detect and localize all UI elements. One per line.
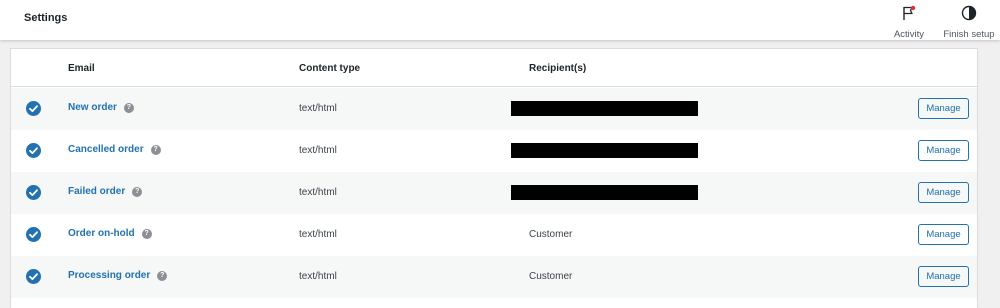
redacted-recipient [511,185,698,200]
column-header-email: Email [68,63,95,74]
column-header-content-type: Content type [299,63,361,74]
manage-button[interactable]: Manage [918,266,969,287]
manage-button[interactable]: Manage [918,224,969,245]
table-header: Email Content type Recipient(s) [11,49,977,87]
email-name-text: Failed order [68,186,126,197]
page-title: Settings [24,12,68,24]
half-circle-icon [961,5,977,26]
content-type-cell: text/html [299,271,337,282]
help-icon[interactable]: ? [141,229,152,239]
redacted-recipient [511,143,698,158]
email-name-link[interactable]: New order? [68,102,134,113]
email-name-link[interactable]: Processing order? [68,270,168,281]
table-row: Failed order? text/html Manage [11,172,977,214]
check-circle-icon [26,227,41,242]
activity-label: Activity [893,29,925,40]
content-type-cell: text/html [299,103,337,114]
help-icon[interactable]: ? [150,145,161,155]
check-circle-icon [26,185,41,200]
content-type-cell: text/html [299,187,337,198]
content-type-cell: text/html [299,145,337,156]
check-circle-icon [26,101,41,116]
finish-setup-label: Finish setup [943,29,995,40]
manage-button[interactable]: Manage [918,182,969,203]
table-row: Cancelled order? text/html Manage [11,130,977,172]
email-name-text: Order on-hold [68,228,135,239]
manage-button[interactable]: Manage [918,98,969,119]
column-header-recipients: Recipient(s) [529,63,587,74]
recipient-cell: Customer [529,229,573,240]
help-icon[interactable]: ? [132,187,143,197]
content-type-cell: text/html [299,229,337,240]
table-row: Order on-hold? text/html Customer Manage [11,214,977,256]
email-name-link[interactable]: Cancelled order? [68,144,161,155]
help-icon[interactable]: ? [123,103,134,113]
email-notifications-table: Email Content type Recipient(s) New orde… [10,48,978,308]
email-name-text: New order [68,102,117,113]
check-circle-icon [26,269,41,284]
top-bar: Settings Activity Finish setup [0,0,1000,40]
help-icon[interactable]: ? [157,271,168,281]
table-row: Processing order? text/html Customer Manage [11,256,977,298]
check-circle-icon [26,143,41,158]
email-name-link[interactable]: Order on-hold? [68,228,152,239]
email-name-link[interactable]: Failed order? [68,186,143,197]
redacted-recipient [511,101,698,116]
email-name-text: Processing order [68,270,151,281]
activity-button[interactable]: Activity [890,5,928,40]
recipient-cell: Customer [529,271,573,282]
email-name-text: Cancelled order [68,144,144,155]
manage-button[interactable]: Manage [918,140,969,161]
table-row: New order? text/html Manage [11,88,977,130]
finish-setup-button[interactable]: Finish setup [940,5,998,40]
flag-icon [901,5,917,26]
